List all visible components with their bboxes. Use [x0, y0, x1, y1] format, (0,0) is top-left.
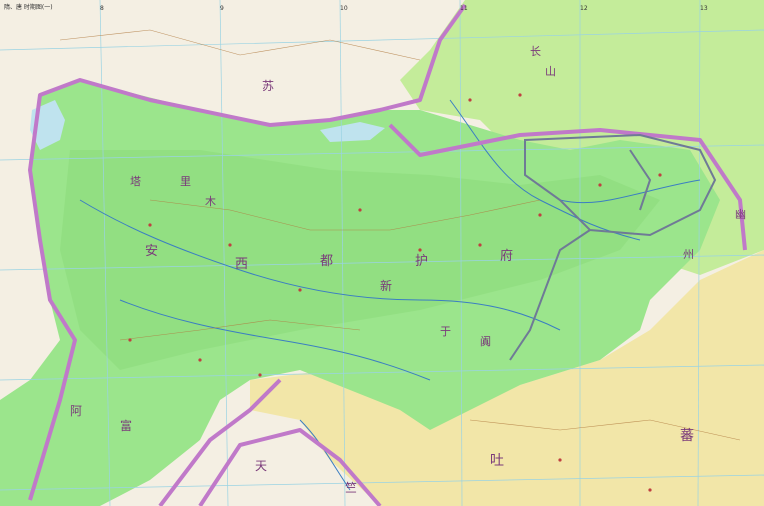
- grid-number: 12: [580, 5, 588, 12]
- region-label-xin: 新: [380, 278, 392, 293]
- historical-map: 苏 安 西 都 护 府 新 吐 蕃 阿 富 天 竺 幽 州 长 山 塔 里 木 …: [0, 0, 764, 506]
- grid-number: 10: [340, 5, 348, 12]
- region-label-you: 幽: [735, 208, 746, 221]
- region-label-tian2: 阗: [480, 335, 491, 348]
- grid-number: 11: [460, 5, 468, 12]
- region-label-bo: 蕃: [680, 428, 694, 444]
- region-label-mu: 木: [205, 195, 216, 208]
- region-label-tian: 天: [255, 459, 267, 473]
- grid-number: 9: [220, 5, 224, 12]
- region-label-chang: 长: [530, 45, 541, 58]
- region-label-su: 苏: [262, 79, 274, 93]
- region-label-fu2: 富: [120, 418, 132, 433]
- region-label-an: 安: [145, 244, 158, 259]
- region-label-hu: 护: [415, 254, 428, 269]
- region-label-zhou: 州: [683, 248, 694, 261]
- grid-number: 13: [700, 5, 708, 12]
- region-label-du: 都: [320, 254, 333, 269]
- grid-number: 8: [100, 5, 104, 12]
- region-label-zhu: 竺: [345, 480, 357, 495]
- map-canvas: 苏 安 西 都 护 府 新 吐 蕃 阿 富 天 竺 幽 州 长 山 塔 里 木 …: [0, 0, 764, 506]
- region-label-tu: 吐: [490, 453, 504, 469]
- region-label-fu: 府: [500, 249, 513, 264]
- region-label-shan: 山: [545, 65, 556, 78]
- region-label-li: 里: [180, 175, 191, 188]
- region-label-xi: 西: [235, 257, 248, 272]
- region-label-yu: 于: [440, 325, 451, 338]
- region-label-ta: 塔: [130, 175, 141, 188]
- region-label-a: 阿: [70, 404, 82, 418]
- map-title: 隋、唐 时期图(一): [4, 4, 53, 11]
